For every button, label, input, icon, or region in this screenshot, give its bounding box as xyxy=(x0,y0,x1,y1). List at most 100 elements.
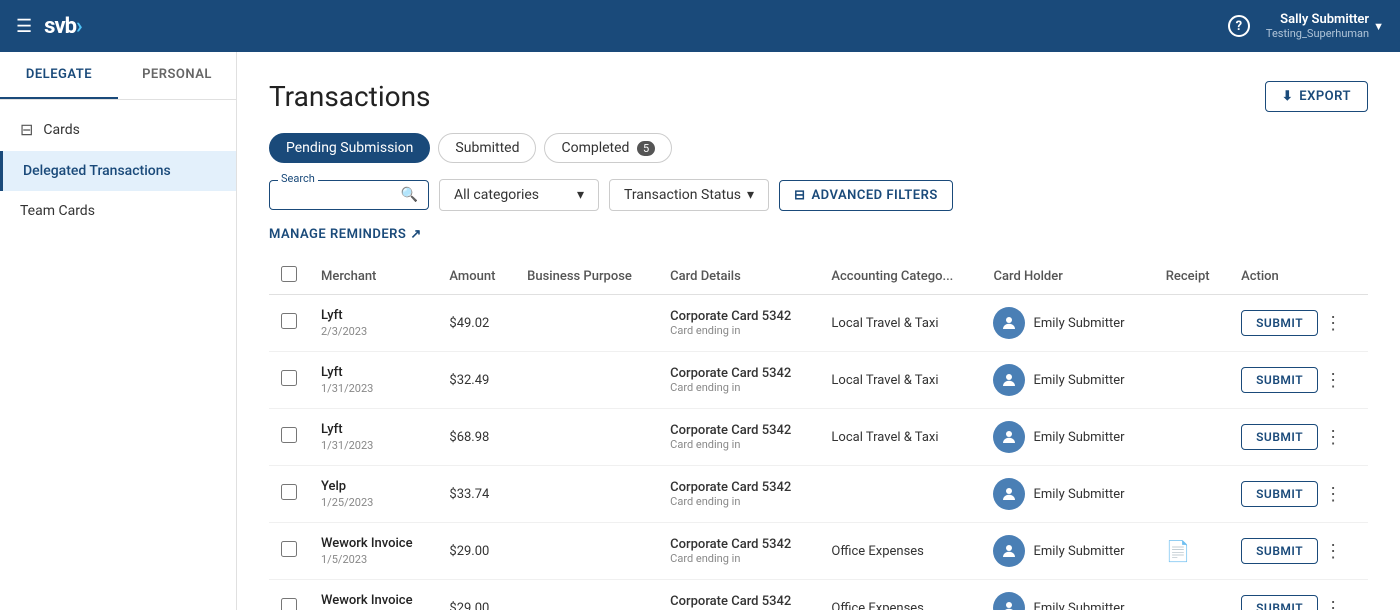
sidebar-item-delegated-transactions[interactable]: Delegated Transactions xyxy=(0,151,236,191)
table-row: Lyft1/31/2023$32.49Corporate Card 5342Ca… xyxy=(269,352,1368,409)
chevron-down-icon: ▾ xyxy=(747,187,754,203)
col-receipt: Receipt xyxy=(1154,258,1229,295)
nav-left: ☰ svb› xyxy=(16,14,82,39)
user-sub: Testing_Superhuman xyxy=(1266,27,1369,40)
action-cell: SUBMIT ⋮ xyxy=(1241,538,1356,564)
more-options-icon[interactable]: ⋮ xyxy=(1324,484,1342,505)
row-checkbox[interactable] xyxy=(281,598,297,610)
select-all-checkbox[interactable] xyxy=(281,266,297,282)
row-checkbox[interactable] xyxy=(281,484,297,500)
transactions-table: Merchant Amount Business Purpose Card De… xyxy=(269,258,1368,610)
receipt xyxy=(1154,466,1229,523)
export-button[interactable]: ⬇ EXPORT xyxy=(1265,81,1368,112)
main-content: Transactions ⬇ EXPORT Pending Submission… xyxy=(237,52,1400,610)
advanced-filters-button[interactable]: ⊟ ADVANCED FILTERS xyxy=(779,180,953,211)
merchant-date: 1/31/2023 xyxy=(321,439,425,452)
cardholder-cell: Emily Submitter xyxy=(993,364,1141,396)
card-name: Corporate Card 5342 xyxy=(670,366,807,381)
more-options-icon[interactable]: ⋮ xyxy=(1324,313,1342,334)
receipt: 📄 xyxy=(1154,523,1229,580)
filter-tab-submitted[interactable]: Submitted xyxy=(438,133,536,163)
completed-badge: 5 xyxy=(637,141,655,156)
submit-button[interactable]: SUBMIT xyxy=(1241,481,1318,507)
tab-delegate[interactable]: DELEGATE xyxy=(0,52,118,99)
business-purpose xyxy=(515,580,658,610)
filter-tab-pending[interactable]: Pending Submission xyxy=(269,133,430,163)
merchant-name: Wework Invoice xyxy=(321,593,425,608)
filter-tab-completed[interactable]: Completed 5 xyxy=(544,133,672,163)
action-cell: SUBMIT ⋮ xyxy=(1241,367,1356,393)
card-name: Corporate Card 5342 xyxy=(670,309,807,324)
action-cell: SUBMIT ⋮ xyxy=(1241,481,1356,507)
col-action: Action xyxy=(1229,258,1368,295)
search-box: Search 🔍 xyxy=(269,180,429,210)
tab-personal[interactable]: PERSONAL xyxy=(118,52,236,99)
receipt xyxy=(1154,580,1229,610)
merchant-name: Wework Invoice xyxy=(321,536,425,551)
card-name: Corporate Card 5342 xyxy=(670,480,807,495)
filter-icon: ⊟ xyxy=(794,188,805,203)
merchant-date: 2/3/2023 xyxy=(321,325,425,338)
submit-button[interactable]: SUBMIT xyxy=(1241,538,1318,564)
table-row: Wework Invoice1/16/2022$29.00Corporate C… xyxy=(269,580,1368,610)
business-purpose xyxy=(515,295,658,352)
submit-button[interactable]: SUBMIT xyxy=(1241,310,1318,336)
chevron-down-icon: ▾ xyxy=(577,187,584,203)
table-row: Wework Invoice1/5/2023$29.00Corporate Ca… xyxy=(269,523,1368,580)
more-options-icon[interactable]: ⋮ xyxy=(1324,541,1342,562)
card-sub: Card ending in xyxy=(670,381,807,394)
sidebar-nav: ⊟ Cards Delegated Transactions Team Card… xyxy=(0,100,236,239)
avatar xyxy=(993,364,1025,396)
cardholder-cell: Emily Submitter xyxy=(993,421,1141,453)
merchant-name: Lyft xyxy=(321,365,425,380)
more-options-icon[interactable]: ⋮ xyxy=(1324,427,1342,448)
col-card-holder: Card Holder xyxy=(981,258,1153,295)
merchant-date: 1/31/2023 xyxy=(321,382,425,395)
submit-button[interactable]: SUBMIT xyxy=(1241,424,1318,450)
row-checkbox[interactable] xyxy=(281,541,297,557)
sidebar-item-cards-label: Cards xyxy=(43,122,79,138)
main-layout: DELEGATE PERSONAL ⊟ Cards Delegated Tran… xyxy=(0,52,1400,610)
business-purpose xyxy=(515,409,658,466)
card-name: Corporate Card 5342 xyxy=(670,423,807,438)
more-options-icon[interactable]: ⋮ xyxy=(1324,598,1342,610)
merchant-name: Yelp xyxy=(321,479,425,494)
avatar xyxy=(993,307,1025,339)
user-menu[interactable]: Sally Submitter Testing_Superhuman ▼ xyxy=(1266,12,1384,40)
col-accounting-category: Accounting Catego... xyxy=(819,258,981,295)
sidebar: DELEGATE PERSONAL ⊟ Cards Delegated Tran… xyxy=(0,52,237,610)
page-title: Transactions xyxy=(269,80,431,113)
action-cell: SUBMIT ⋮ xyxy=(1241,424,1356,450)
filters-row: Search 🔍 All categories ▾ Transaction St… xyxy=(269,179,1368,211)
submit-button[interactable]: SUBMIT xyxy=(1241,595,1318,610)
search-icon: 🔍 xyxy=(401,187,418,203)
sidebar-item-cards[interactable]: ⊟ Cards xyxy=(0,108,236,151)
categories-dropdown[interactable]: All categories ▾ xyxy=(439,179,599,211)
amount: $49.02 xyxy=(437,295,515,352)
table-row: Lyft2/3/2023$49.02Corporate Card 5342Car… xyxy=(269,295,1368,352)
hamburger-menu[interactable]: ☰ xyxy=(16,16,32,37)
card-sub: Card ending in xyxy=(670,438,807,451)
row-checkbox[interactable] xyxy=(281,313,297,329)
manage-reminders-link[interactable]: MANAGE REMINDERS ↗ xyxy=(269,227,1368,242)
merchant-date: 1/5/2023 xyxy=(321,553,425,566)
avatar xyxy=(993,535,1025,567)
receipt xyxy=(1154,295,1229,352)
table-row: Yelp1/25/2023$33.74Corporate Card 5342Ca… xyxy=(269,466,1368,523)
search-input[interactable] xyxy=(280,187,395,203)
action-cell: SUBMIT ⋮ xyxy=(1241,595,1356,610)
row-checkbox[interactable] xyxy=(281,370,297,386)
business-purpose xyxy=(515,466,658,523)
help-icon[interactable]: ? xyxy=(1228,15,1250,37)
status-dropdown[interactable]: Transaction Status ▾ xyxy=(609,179,769,211)
cardholder-name: Emily Submitter xyxy=(1033,601,1124,610)
business-purpose xyxy=(515,523,658,580)
card-sub: Card ending in xyxy=(670,552,807,565)
more-options-icon[interactable]: ⋮ xyxy=(1324,370,1342,391)
accounting-category: Local Travel & Taxi xyxy=(819,409,981,466)
submit-button[interactable]: SUBMIT xyxy=(1241,367,1318,393)
sidebar-item-team-cards[interactable]: Team Cards xyxy=(0,191,236,231)
row-checkbox[interactable] xyxy=(281,427,297,443)
cards-icon: ⊟ xyxy=(20,120,33,139)
col-business-purpose: Business Purpose xyxy=(515,258,658,295)
